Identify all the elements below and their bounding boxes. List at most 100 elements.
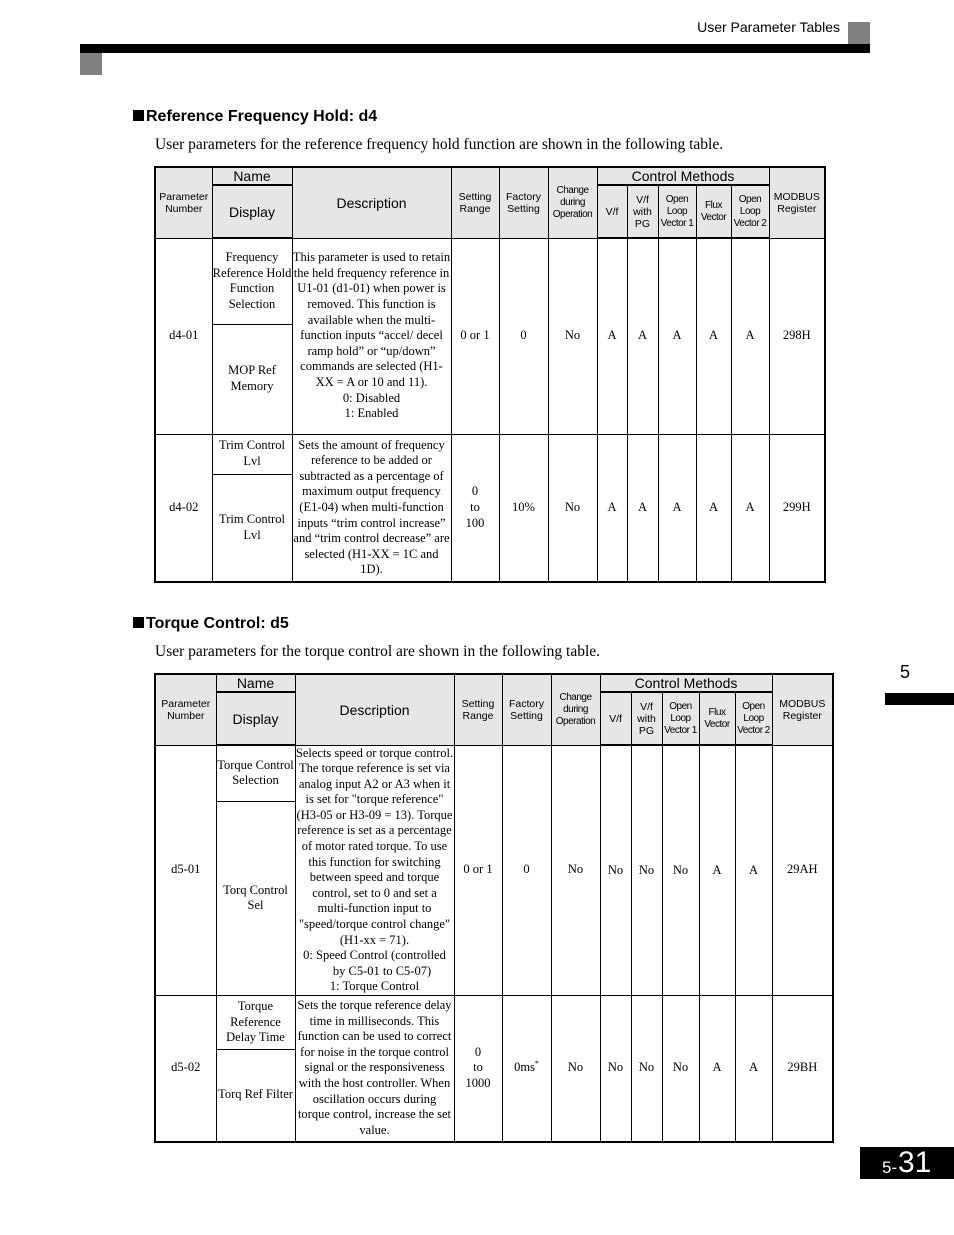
method-open-loop-vector-2: A — [734, 744, 773, 996]
parameter-display: MOP Ref Memory — [211, 323, 293, 435]
header-parameter-number: Parameter Number — [154, 166, 213, 239]
description-option: 1: Enabled — [344, 406, 399, 421]
parameter-table-d4: Parameter Number Name Description Settin… — [154, 166, 827, 583]
table-row: d4-01 Frequency Reference Hold Function … — [154, 237, 826, 435]
setting-range-max: 100 — [465, 515, 485, 530]
setting-range: 0 to 1000 — [453, 995, 503, 1142]
parameter-name: Torque Reference Delay Time — [215, 995, 296, 1050]
header-vf-with-pg: V/f with PG — [626, 184, 659, 239]
factory-setting-value: 0ms — [514, 1060, 535, 1075]
setting-range-max: 1000 — [465, 1076, 491, 1091]
footnote-marker: * — [534, 1059, 539, 1069]
section-intro-d5: User parameters for the torque control a… — [155, 643, 601, 660]
change-during-operation: No — [550, 995, 601, 1142]
header-rule — [80, 44, 870, 53]
header-modbus-register: MODBUS Register — [771, 673, 834, 746]
header-display: Display — [211, 184, 293, 239]
header-vf-with-pg: V/f with PG — [630, 691, 663, 746]
parameter-table-d5: Parameter Number Name Description Settin… — [154, 673, 835, 1143]
header-flux-vector: Flux Vector — [695, 184, 732, 239]
modbus-register: 299H — [768, 433, 826, 583]
header-vf: V/f — [596, 184, 628, 239]
header-control-methods: Control Methods — [596, 166, 770, 186]
method-open-loop-vector-2: A — [730, 433, 770, 583]
setting-range: 0 or 1 — [450, 237, 500, 435]
header-marker-left — [80, 53, 102, 75]
bullet-square-icon — [133, 617, 144, 628]
page-number-prefix: 5- — [882, 1158, 898, 1177]
section-title-d5: Torque Control: d5 — [133, 615, 289, 633]
method-vf-with-pg: No — [630, 995, 663, 1142]
method-open-loop-vector-1: A — [657, 433, 697, 583]
description-option: 1: Torque Control — [329, 979, 420, 994]
setting-range: 0 or 1 — [453, 744, 503, 996]
header-factory-setting: Factory Setting — [501, 673, 552, 746]
header-name: Name — [215, 673, 296, 693]
method-open-loop-vector-2: A — [734, 995, 773, 1142]
description-text: Selects speed or torque control. The tor… — [295, 745, 454, 947]
parameter-name: Trim Control Lvl — [211, 433, 293, 475]
parameter-description: Selects speed or torque control. The tor… — [294, 744, 455, 996]
parameter-number: d5-01 — [154, 744, 217, 996]
description-option: 0: Speed Control (controlled — [303, 948, 446, 963]
modbus-register: 29BH — [771, 995, 834, 1142]
setting-range-min: 0 — [471, 484, 479, 499]
method-open-loop-vector-1: No — [661, 744, 700, 996]
parameter-name: Torque Control Selection — [215, 744, 296, 802]
parameter-display: Torq Ref Filter — [215, 1049, 296, 1142]
header-open-loop-vector-2: Open Loop Vector 2 — [730, 184, 770, 239]
header-parameter-number: Parameter Number — [154, 673, 217, 746]
header-change-during-operation: Change during Operation — [550, 673, 601, 746]
factory-setting: 0 — [501, 744, 552, 996]
method-vf: No — [599, 995, 632, 1142]
factory-setting: 0 — [498, 237, 549, 435]
modbus-register: 29AH — [771, 744, 834, 996]
description-option-continued: by C5-01 to C5-07) — [332, 963, 432, 978]
header-control-methods: Control Methods — [599, 673, 773, 693]
section-title-text: Torque Control: d5 — [146, 615, 289, 632]
header-description: Description — [291, 166, 452, 239]
parameter-description: Sets the torque reference delay time in … — [294, 995, 455, 1142]
method-flux-vector: A — [698, 995, 736, 1142]
section-title-d4: Reference Frequency Hold: d4 — [133, 108, 377, 126]
factory-setting: 10% — [498, 433, 549, 583]
method-flux-vector: A — [698, 744, 736, 996]
description-text: Sets the torque reference delay time in … — [297, 998, 452, 1137]
table-row: d5-01 Torque Control Selection Selects s… — [154, 744, 834, 996]
parameter-description: This parameter is used to retain the hel… — [291, 237, 452, 435]
running-header-title: User Parameter Tables — [697, 19, 840, 35]
method-vf-with-pg: No — [630, 744, 663, 996]
header-name: Name — [211, 166, 293, 186]
change-during-operation: No — [547, 237, 598, 435]
parameter-name: Frequency Reference Hold Function Select… — [211, 237, 293, 325]
header-setting-range: Setting Range — [453, 673, 503, 746]
parameter-description: Sets the amount of frequency reference t… — [291, 433, 452, 583]
setting-range-min: 0 — [474, 1044, 482, 1059]
bullet-square-icon — [133, 110, 144, 121]
chapter-tab-bar — [885, 693, 954, 705]
header-open-loop-vector-1: Open Loop Vector 1 — [657, 184, 697, 239]
header-change-during-operation: Change during Operation — [547, 166, 598, 239]
header-description: Description — [294, 673, 455, 746]
table-row: d5-02 Torque Reference Delay Time Sets t… — [154, 995, 834, 1142]
page-number: 31 — [898, 1146, 932, 1179]
modbus-register: 298H — [768, 237, 826, 435]
header-flux-vector: Flux Vector — [698, 691, 736, 746]
parameter-number: d4-01 — [154, 237, 213, 435]
parameter-number: d5-02 — [154, 995, 217, 1142]
method-flux-vector: A — [695, 237, 732, 435]
method-vf-with-pg: A — [626, 237, 659, 435]
header-display: Display — [215, 691, 296, 746]
method-vf: A — [596, 433, 628, 583]
header-vf: V/f — [599, 691, 632, 746]
section-intro-d4: User parameters for the reference freque… — [155, 136, 724, 153]
setting-range: 0 to 100 — [450, 433, 500, 583]
method-vf-with-pg: A — [626, 433, 659, 583]
parameter-display: Torq Control Sel — [215, 800, 296, 997]
method-open-loop-vector-1: No — [661, 995, 700, 1142]
header-modbus-register: MODBUS Register — [768, 166, 826, 239]
description-text: Sets the amount of frequency reference t… — [293, 437, 450, 577]
page-number-box: 5- 31 — [860, 1146, 954, 1179]
header-open-loop-vector-1: Open Loop Vector 1 — [661, 691, 700, 746]
section-title-text: Reference Frequency Hold: d4 — [146, 108, 378, 125]
